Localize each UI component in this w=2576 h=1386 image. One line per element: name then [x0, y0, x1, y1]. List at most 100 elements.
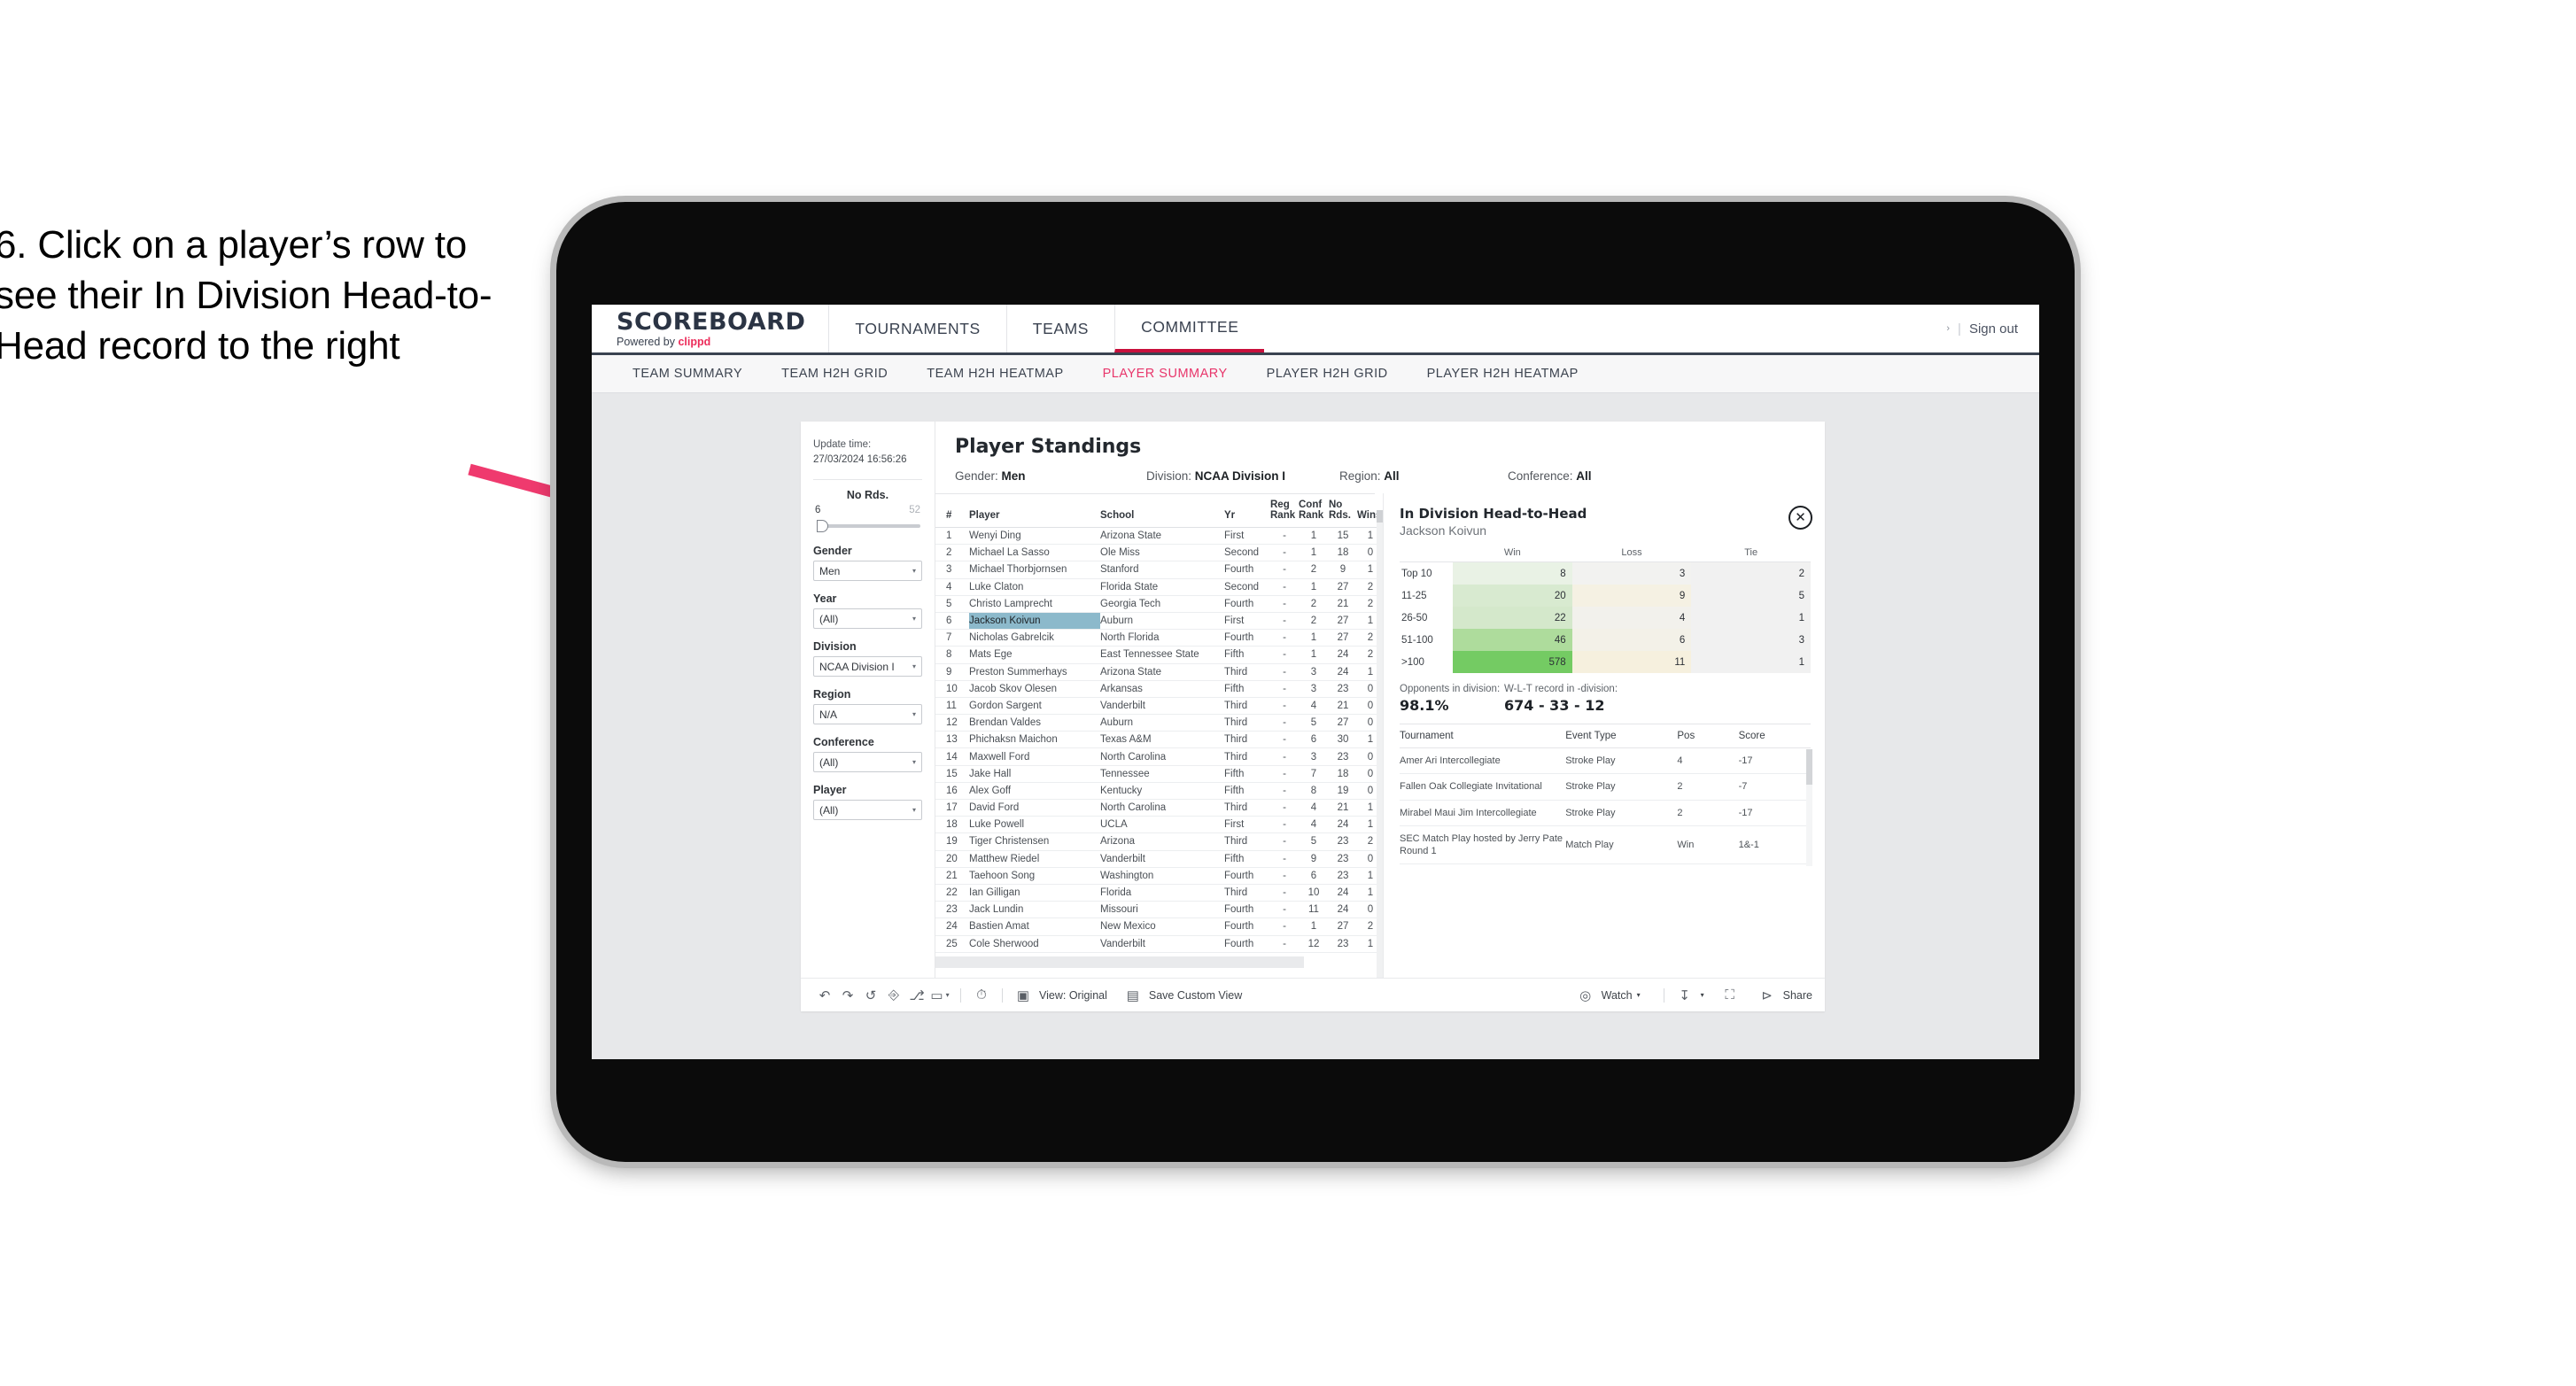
tournament-row[interactable]: Fallen Oak Collegiate Invitational Stroke… [1400, 773, 1811, 801]
table-row[interactable]: 8 Mats Ege East Tennessee State Fifth -1 24 2 [935, 646, 1384, 664]
horizontal-scrollbar[interactable] [935, 956, 1304, 968]
table-row[interactable]: 17 David Ford North Carolina Third -4 21 1 [935, 799, 1384, 817]
table-row[interactable]: 13 Phichaksn Maichon Texas A&M Third -6 30 1 [935, 731, 1384, 749]
table-row[interactable]: 22 Ian Gilligan Florida Third -10 24 1 [935, 884, 1384, 902]
no-rounds-label: No Rds. [846, 489, 889, 502]
table-row[interactable]: 23 Jack Lundin Missouri Fourth -11 24 0 [935, 901, 1384, 919]
cell-player: David Ford [969, 799, 1100, 817]
no-rounds-filter[interactable]: No Rds. 6 52 [801, 480, 935, 533]
table-row[interactable]: 21 Taehoon Song Washington Fourth -6 23 1 [935, 867, 1384, 885]
fullscreen-button[interactable]: ⛶ [1719, 986, 1742, 1005]
cell-reg-rank: - [1270, 765, 1299, 783]
table-row[interactable]: 5 Christo Lamprecht Georgia Tech Fourth -2 21… [935, 595, 1384, 613]
table-row[interactable]: 20 Matthew Riedel Vanderbilt Fifth -9 23 0 [935, 850, 1384, 868]
table-row[interactable]: 15 Jake Hall Tennessee Fifth -7 18 0 [935, 765, 1384, 783]
meta-region: Region: All [1339, 469, 1508, 483]
tournament-row[interactable]: SEC Match Play hosted by Jerry Pate Roun… [1400, 825, 1811, 865]
device-layout-icon[interactable]: ▭ ▾ [928, 986, 951, 1005]
table-row[interactable]: 1 Wenyi Ding Arizona State First -1 15 1 [935, 527, 1384, 546]
table-row[interactable]: 12 Brendan Valdes Auburn Third -5 27 0 [935, 714, 1384, 732]
col-year[interactable]: Yr [1224, 494, 1270, 528]
cell-player: Jackson Koivun [969, 612, 1100, 631]
table-row[interactable]: 4 Luke Claton Florida State Second -1 27 2 [935, 578, 1384, 596]
filter-division-select[interactable]: NCAA Division I ▾ [813, 656, 922, 678]
table-row[interactable]: 2 Michael La Sasso Ole Miss Second -1 18 0 [935, 544, 1384, 562]
stat-opponents-value: 98.1% [1400, 697, 1449, 714]
app-logo[interactable]: SCOREBOARD Powered by clippd [592, 305, 828, 352]
meta-division: Division: NCAA Division I [1146, 469, 1339, 483]
filter-gender-select[interactable]: Men ▾ [813, 561, 922, 582]
table-row[interactable]: 7 Nicholas Gabrelcik North Florida Fourth -1… [935, 629, 1384, 647]
cell-conf-rank: 4 [1299, 816, 1329, 834]
table-row[interactable]: 19 Tiger Christensen Arizona Third -5 23 2 [935, 832, 1384, 851]
nav-tab-committee[interactable]: COMMITTEE [1114, 305, 1265, 352]
history-icon[interactable]: ⏱ [970, 986, 993, 1005]
redo-icon[interactable]: ↷ [836, 986, 859, 1005]
tournament-row[interactable]: Mirabel Maui Jim Intercollegiate Stroke P… [1400, 800, 1811, 826]
cell-tournament-name: SEC Match Play hosted by Jerry Pate Roun… [1400, 825, 1566, 865]
col-player[interactable]: Player [969, 494, 1100, 528]
tournament-scrollbar-thumb[interactable] [1806, 749, 1812, 785]
nav-tab-tournaments[interactable]: TOURNAMENTS [828, 305, 1005, 352]
share-button[interactable]: ⊳ Share [1756, 986, 1812, 1005]
chevron-down-icon: ▾ [912, 567, 916, 576]
table-row[interactable]: 6 Jackson Koivun Auburn First -2 27 1 [935, 612, 1384, 631]
subtab-player-h2h-grid[interactable]: PLAYER H2H GRID [1247, 367, 1408, 381]
filter-region-select[interactable]: N/A ▾ [813, 704, 922, 725]
subtab-player-summary[interactable]: PLAYER SUMMARY [1083, 367, 1247, 381]
watch-button[interactable]: ◎ Watch ▾ [1574, 986, 1641, 1005]
cell-no-rds: 24 [1329, 663, 1357, 681]
cell-reg-rank: - [1270, 595, 1299, 613]
table-row[interactable]: 16 Alex Goff Kentucky Fifth -8 19 0 [935, 782, 1384, 801]
revert-icon[interactable]: ↺ [859, 986, 882, 1005]
subtab-team-h2h-grid[interactable]: TEAM H2H GRID [762, 367, 907, 381]
h2h-stats: Opponents in division: 98.1% W-L-T recor… [1400, 684, 1811, 714]
cell-no-rds: 23 [1329, 680, 1357, 698]
cell-conf-rank: 4 [1299, 799, 1329, 817]
view-original-button[interactable]: ▣ View: Original [1012, 986, 1107, 1005]
account-chevron-icon[interactable]: › [1946, 323, 1950, 334]
no-rounds-slider[interactable] [815, 519, 920, 533]
cell-school: Stanford [1100, 561, 1224, 579]
subtab-team-h2h-heatmap[interactable]: TEAM H2H HEATMAP [907, 367, 1082, 381]
table-row[interactable]: 10 Jacob Skov Olesen Arkansas Fifth -3 23 0 [935, 680, 1384, 698]
cell-pos: 4 [1677, 747, 1739, 775]
cell-rank: 9 [935, 663, 969, 681]
cell-conf-rank: 6 [1299, 867, 1329, 885]
sign-out-link[interactable]: Sign out [1969, 321, 2018, 337]
col-no-rds[interactable]: No Rds. [1329, 494, 1357, 528]
filter-year-select[interactable]: (All) ▾ [813, 608, 922, 630]
col-conf-rank[interactable]: Conf Rank [1299, 494, 1329, 528]
table-row[interactable]: 3 Michael Thorbjornsen Stanford Fourth -2 9 1 [935, 561, 1384, 579]
col-rank[interactable]: # [935, 494, 969, 528]
filter-conference-select[interactable]: (All) ▾ [813, 752, 922, 773]
tournament-row[interactable]: Amer Ari Intercollegiate Stroke Play 4 -17 [1400, 747, 1811, 775]
undo-icon[interactable]: ↶ [813, 986, 836, 1005]
col-pos: Pos [1677, 724, 1739, 748]
download-button[interactable]: ↧ ▾ [1673, 986, 1703, 1005]
vertical-scrollbar[interactable] [1377, 510, 1383, 978]
scrollbar-thumb[interactable] [1377, 510, 1383, 523]
table-row[interactable]: 9 Preston Summerhays Arizona State Third -3 2… [935, 663, 1384, 681]
col-reg-rank[interactable]: Reg Rank [1270, 494, 1299, 528]
nav-tab-teams[interactable]: TEAMS [1005, 305, 1114, 352]
table-row[interactable]: 11 Gordon Sargent Vanderbilt Third -4 21 0 [935, 697, 1384, 716]
cell-rank: 3 [935, 561, 969, 579]
pause-updates-icon[interactable]: ⎇ [905, 986, 928, 1005]
cell-year: Fifth [1224, 646, 1270, 664]
slider-handle[interactable] [817, 520, 828, 533]
table-row[interactable]: 25 Cole Sherwood Vanderbilt Fourth -12 23 1 [935, 935, 1384, 953]
h2h-band-label: 11-25 [1400, 585, 1453, 607]
col-school[interactable]: School [1100, 494, 1224, 528]
subtab-player-h2h-heatmap[interactable]: PLAYER H2H HEATMAP [1408, 367, 1598, 381]
filter-player-select[interactable]: (All) ▾ [813, 800, 922, 821]
close-icon[interactable]: ✕ [1788, 506, 1812, 530]
table-row[interactable]: 24 Bastien Amat New Mexico Fourth -1 27 2 [935, 918, 1384, 936]
cell-rank: 23 [935, 901, 969, 919]
subtab-team-summary[interactable]: TEAM SUMMARY [613, 367, 762, 381]
tournament-scrollbar[interactable] [1806, 749, 1812, 866]
table-row[interactable]: 14 Maxwell Ford North Carolina Third -3 23 0 [935, 747, 1384, 766]
table-row[interactable]: 18 Luke Powell UCLA First -4 24 1 [935, 816, 1384, 834]
save-custom-view-button[interactable]: ▤ Save Custom View [1121, 986, 1242, 1005]
refresh-data-icon[interactable]: ⎆ [882, 986, 905, 1005]
